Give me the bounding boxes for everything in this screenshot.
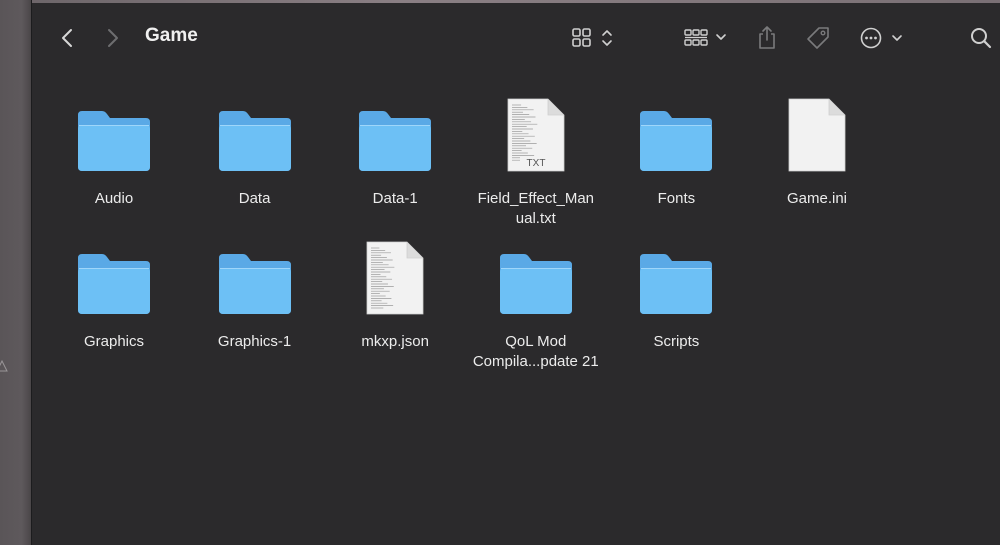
group-by-button[interactable]: [682, 25, 732, 51]
folder-icon: [640, 254, 713, 314]
file-icon-wrapper: [325, 89, 465, 173]
folder-icon: [640, 111, 713, 171]
folder-icon: [499, 254, 572, 314]
file-name-label: Graphics-1: [217, 333, 292, 350]
share-icon: [759, 26, 775, 49]
file-item[interactable]: Data-1: [325, 89, 465, 209]
folder-icon: [78, 111, 150, 171]
window-title: Game: [145, 25, 198, 46]
file-name-label: Game.ini: [786, 190, 848, 207]
file-item[interactable]: Graphics: [44, 232, 184, 352]
file-icon-grid: Audio Data Data-1 TXT Field_Effect_Man u…: [32, 71, 1000, 545]
document-icon: [366, 241, 424, 315]
tag-button[interactable]: [804, 23, 832, 53]
file-icon-wrapper: [606, 232, 746, 316]
file-icon-wrapper: [185, 232, 325, 316]
file-name-label: mkxp.json: [361, 333, 429, 350]
file-name-label: Data-1: [372, 190, 418, 207]
chevron-right-icon: [108, 29, 118, 47]
file-name-label: Fonts: [657, 190, 696, 207]
file-icon-wrapper: [185, 89, 325, 173]
file-item[interactable]: mkxp.json: [325, 232, 465, 352]
share-button[interactable]: [754, 23, 780, 53]
file-name-label: Audio: [94, 190, 134, 207]
file-icon-wrapper: [325, 232, 465, 316]
folder-icon: [359, 111, 432, 171]
folder-icon: [218, 111, 291, 171]
file-item[interactable]: Graphics-1: [185, 232, 325, 352]
file-name-label: Field_Effect_Man ual.txt: [477, 190, 595, 227]
group-by-icon: [684, 29, 726, 46]
more-actions-icon: [860, 27, 902, 49]
blank-file-icon: [788, 98, 846, 172]
file-item[interactable]: Data: [185, 89, 325, 209]
folder-icon: [78, 254, 150, 314]
desktop-background-strip: [0, 0, 32, 545]
chevron-left-icon: [62, 29, 72, 47]
file-icon-wrapper: TXT: [466, 89, 606, 173]
file-icon-wrapper: [747, 89, 887, 173]
file-item[interactable]: Scripts: [606, 232, 746, 352]
search-icon: [971, 28, 992, 49]
search-button[interactable]: [967, 23, 995, 53]
file-item[interactable]: QoL Mod Compila...pdate 21: [466, 232, 606, 372]
tag-icon: [807, 27, 829, 49]
more-actions-button[interactable]: [858, 25, 906, 51]
text-file-icon: TXT: [507, 98, 565, 172]
file-name-label: Scripts: [653, 333, 700, 350]
forward-button[interactable]: [100, 25, 126, 51]
file-item[interactable]: Audio: [44, 89, 184, 209]
finder-window: Game Audio Data Data-1 TXT Field_Effect_…: [32, 3, 1000, 545]
file-icon-wrapper: [44, 232, 184, 316]
txt-badge: TXT: [526, 158, 545, 169]
file-name-label: QoL Mod Compila...pdate 21: [472, 333, 599, 370]
file-name-label: Graphics: [83, 333, 145, 350]
folder-icon: [218, 254, 291, 314]
file-icon-wrapper: [44, 89, 184, 173]
file-name-label: Data: [238, 190, 271, 207]
back-button[interactable]: [54, 25, 80, 51]
file-item[interactable]: TXT Field_Effect_Man ual.txt: [466, 89, 606, 229]
file-icon-wrapper: [606, 89, 746, 173]
file-item[interactable]: Game.ini: [747, 89, 887, 209]
file-icon-wrapper: [466, 232, 606, 316]
file-item[interactable]: Fonts: [606, 89, 746, 209]
finder-toolbar: Game: [32, 3, 1000, 71]
view-mode-button[interactable]: [570, 25, 618, 51]
icon-view-icon: [572, 28, 612, 47]
warning-icon: [0, 360, 8, 372]
